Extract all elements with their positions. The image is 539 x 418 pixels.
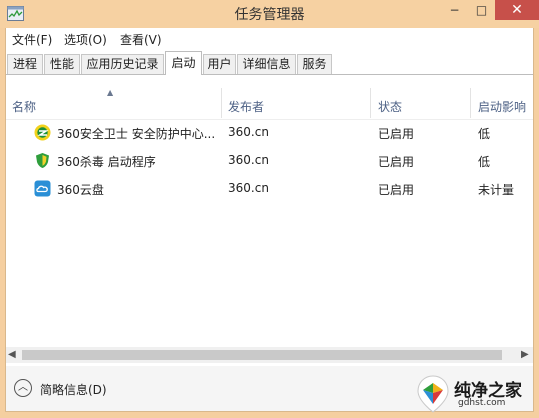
startup-item-name: 360云盘 bbox=[57, 183, 104, 197]
startup-item-status: 已启用 bbox=[378, 183, 415, 197]
menu-view[interactable]: 查看(V) bbox=[120, 31, 162, 48]
column-header-startup-impact[interactable]: 启动影响 bbox=[478, 98, 526, 115]
startup-list: ▲ 名称 发布者 状态 启动影响 360安全卫士 安全防护中心... 360.c… bbox=[5, 76, 534, 366]
tab-details[interactable]: 详细信息 bbox=[237, 54, 296, 74]
menu-options[interactable]: 选项(O) bbox=[64, 31, 107, 48]
table-row[interactable]: 360安全卫士 安全防护中心... 360.cn 已启用 低 bbox=[6, 119, 533, 147]
360-antivirus-icon bbox=[36, 153, 49, 168]
close-button[interactable]: ✕ bbox=[495, 0, 539, 20]
column-separator[interactable] bbox=[221, 88, 222, 118]
startup-item-publisher: 360.cn bbox=[228, 125, 269, 139]
tab-services[interactable]: 服务 bbox=[297, 54, 332, 74]
menu-bar: 文件(F) 选项(O) 查看(V) bbox=[5, 28, 534, 50]
watermark: 纯净之家 gdhst.com bbox=[411, 372, 537, 416]
scroll-right-icon[interactable]: ▶ bbox=[521, 349, 529, 360]
startup-item-name: 360安全卫士 安全防护中心... bbox=[57, 127, 216, 141]
fewer-details-link[interactable]: 简略信息(D) bbox=[40, 381, 107, 398]
startup-item-impact: 低 bbox=[478, 155, 491, 169]
tab-processes[interactable]: 进程 bbox=[7, 54, 43, 74]
startup-item-name: 360杀毒 启动程序 bbox=[57, 155, 156, 169]
360-safeguard-icon bbox=[34, 124, 51, 141]
maximize-button[interactable]: □ bbox=[468, 0, 495, 20]
scrollbar-thumb[interactable] bbox=[22, 350, 502, 360]
minimize-button[interactable]: − bbox=[441, 0, 468, 20]
startup-item-status: 已启用 bbox=[378, 155, 415, 169]
watermark-url: gdhst.com bbox=[458, 398, 506, 408]
tab-startup[interactable]: 启动 bbox=[165, 51, 202, 75]
tab-divider bbox=[6, 74, 533, 75]
horizontal-scrollbar[interactable]: ◀ ▶ bbox=[6, 347, 533, 363]
startup-item-status: 已启用 bbox=[378, 127, 415, 141]
tab-bar: 进程 性能 应用历史记录 启动 用户 详细信息 服务 bbox=[5, 50, 534, 76]
sort-ascending-icon[interactable]: ▲ bbox=[107, 88, 113, 97]
column-header-status[interactable]: 状态 bbox=[378, 98, 402, 115]
title-bar: 任务管理器 − □ ✕ bbox=[0, 0, 539, 28]
tab-performance[interactable]: 性能 bbox=[44, 54, 80, 74]
column-header-name[interactable]: 名称 bbox=[12, 98, 36, 115]
column-separator[interactable] bbox=[470, 88, 471, 118]
table-row[interactable]: 360杀毒 启动程序 360.cn 已启用 低 bbox=[6, 147, 533, 175]
column-separator[interactable] bbox=[370, 88, 371, 118]
scroll-left-icon[interactable]: ◀ bbox=[8, 349, 16, 360]
startup-item-impact: 未计量 bbox=[478, 183, 515, 197]
collapse-chevron-up-icon[interactable]: ︿ bbox=[14, 379, 32, 397]
startup-item-publisher: 360.cn bbox=[228, 153, 269, 167]
watermark-logo-icon bbox=[417, 375, 449, 413]
table-row[interactable]: 360云盘 360.cn 已启用 未计量 bbox=[6, 175, 533, 203]
startup-item-impact: 低 bbox=[478, 127, 491, 141]
menu-file[interactable]: 文件(F) bbox=[12, 31, 52, 48]
column-header-publisher[interactable]: 发布者 bbox=[228, 98, 264, 115]
tab-users[interactable]: 用户 bbox=[203, 54, 236, 74]
360-cloud-icon bbox=[34, 180, 51, 197]
tab-app-history[interactable]: 应用历史记录 bbox=[81, 54, 164, 74]
startup-item-publisher: 360.cn bbox=[228, 181, 269, 195]
